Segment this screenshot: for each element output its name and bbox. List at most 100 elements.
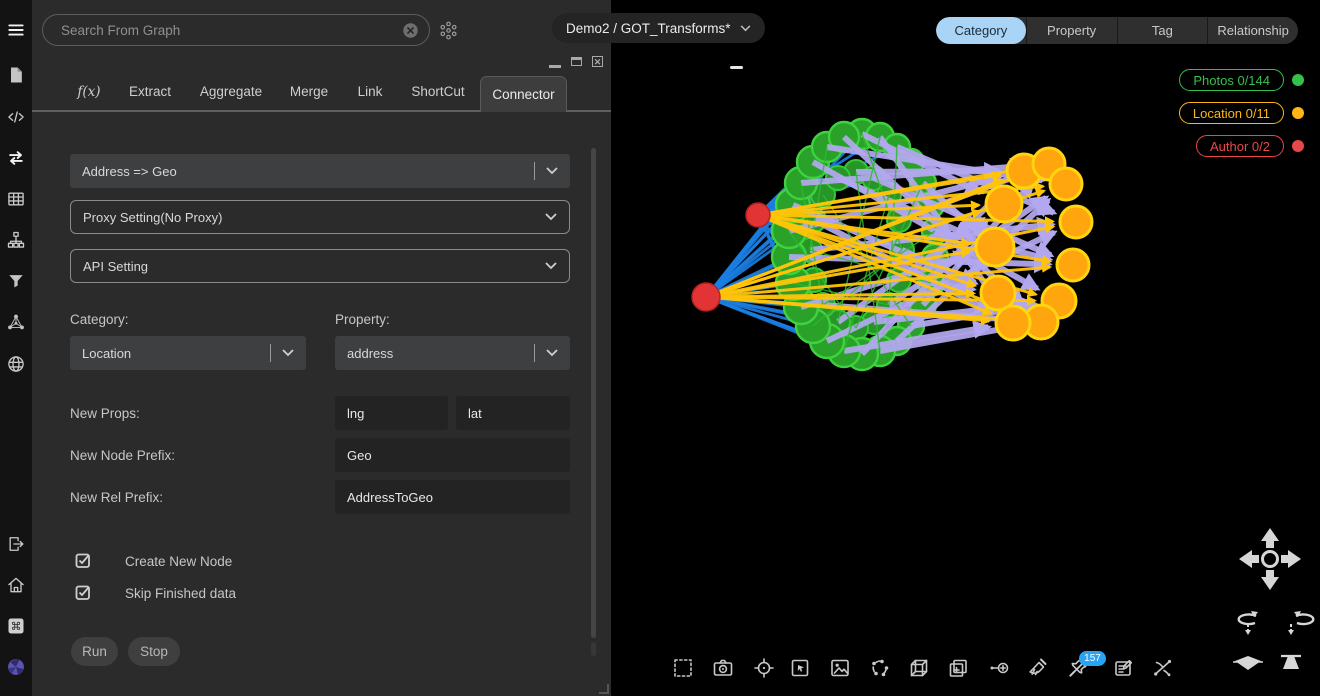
toolbar-clean-button[interactable]: [1026, 656, 1050, 680]
chevron-down-icon: [545, 213, 557, 221]
chevron-down-icon: [545, 262, 557, 270]
sidebar-item-avatar[interactable]: [6, 657, 26, 677]
legend-item[interactable]: Location 0/11: [1179, 102, 1304, 124]
tab-extract[interactable]: Extract: [129, 84, 171, 99]
graph-view-tabs: CategoryPropertyTagRelationship: [936, 17, 1298, 44]
toolbar-image-button[interactable]: [828, 656, 852, 680]
graph-settings-icon[interactable]: [438, 20, 459, 41]
sidebar-item-table[interactable]: [6, 189, 26, 209]
legend-dot[interactable]: [1292, 140, 1304, 152]
rotate-left-icon[interactable]: [1239, 611, 1258, 635]
api-select[interactable]: API Setting: [70, 249, 570, 283]
chevron-down-icon: [282, 349, 294, 357]
property-select[interactable]: address: [335, 336, 570, 370]
pan-center-button[interactable]: [1263, 552, 1278, 567]
new-node-prefix-label: New Node Prefix:: [70, 448, 175, 463]
toolbar-locate-button[interactable]: [752, 656, 776, 680]
location-node[interactable]: [1057, 249, 1089, 281]
toolbar-select-area-button[interactable]: [671, 656, 695, 680]
search-input[interactable]: [59, 22, 402, 39]
location-node[interactable]: [1060, 206, 1092, 238]
legend-pill[interactable]: Author 0/2: [1196, 135, 1284, 157]
toolbar-cube-button[interactable]: [907, 656, 931, 680]
tab-merge[interactable]: Merge: [290, 84, 328, 99]
tab-shortcut[interactable]: ShortCut: [411, 84, 464, 99]
svg-text:⌘: ⌘: [11, 620, 22, 633]
category-select[interactable]: Location: [70, 336, 306, 370]
legend-item[interactable]: Photos 0/144: [1179, 69, 1304, 91]
legend-item[interactable]: Author 0/2: [1196, 135, 1304, 157]
legend-pill[interactable]: Location 0/11: [1179, 102, 1284, 124]
pan-down-button[interactable]: [1261, 570, 1279, 590]
tab-aggregate[interactable]: Aggregate: [200, 84, 262, 99]
minimize-button[interactable]: [549, 55, 561, 68]
toolbar-snapshot-button[interactable]: [711, 656, 735, 680]
location-node[interactable]: [976, 228, 1014, 266]
sidebar-item-network[interactable]: [6, 312, 26, 332]
pan-right-button[interactable]: [1281, 550, 1301, 568]
create-new-node-checkbox[interactable]: [75, 552, 91, 568]
chevron-down-icon: [740, 25, 751, 32]
workspace-selector[interactable]: Demo2 / GOT_Transforms*: [552, 13, 765, 43]
toolbar-note-button[interactable]: [1112, 656, 1136, 680]
category-legend: Photos 0/144 Location 0/11 Author 0/2: [1179, 69, 1304, 157]
search-bar[interactable]: [42, 14, 430, 46]
new-prop-lng-field[interactable]: [335, 396, 448, 430]
create-new-node-label: Create New Node: [125, 554, 232, 569]
new-rel-prefix-label: New Rel Prefix:: [70, 490, 163, 505]
sidebar-item-command[interactable]: ⌘: [6, 616, 26, 636]
location-node[interactable]: [986, 186, 1022, 222]
graph-cursor-mark: [730, 66, 743, 69]
sidebar-item-home[interactable]: [6, 575, 26, 595]
left-sidebar: ⌘: [0, 0, 32, 696]
resize-grip[interactable]: [599, 684, 609, 694]
transform-panel: ✕ f(x) Extract Aggregate Merge Link Shor…: [32, 0, 611, 696]
window-controls: ✕: [549, 55, 603, 68]
toolbar-relayout-button[interactable]: [868, 656, 892, 680]
sidebar-item-logout[interactable]: [6, 534, 26, 554]
tab-link[interactable]: Link: [358, 84, 383, 99]
graph-tab-category[interactable]: Category: [936, 17, 1026, 44]
author-node[interactable]: [692, 283, 720, 311]
proxy-select[interactable]: Proxy Setting(No Proxy): [70, 200, 570, 234]
new-node-prefix-field[interactable]: [335, 438, 570, 472]
tilt-down-icon[interactable]: [1233, 656, 1263, 670]
skip-finished-data-checkbox[interactable]: [75, 584, 91, 600]
tab-connector[interactable]: Connector: [480, 76, 567, 112]
pan-up-button[interactable]: [1261, 528, 1279, 548]
toolbar-add-layer-button[interactable]: [946, 656, 970, 680]
stop-button[interactable]: Stop: [128, 637, 180, 666]
tab-fx[interactable]: f(x): [77, 84, 100, 100]
graph-nav-controls: [1220, 518, 1320, 688]
transform-select[interactable]: Address => Geo: [70, 154, 570, 188]
sidebar-item-filter[interactable]: [6, 271, 26, 291]
toolbar-detach-button[interactable]: [1151, 656, 1175, 680]
graph-tab-tag[interactable]: Tag: [1117, 17, 1208, 44]
sidebar-item-code[interactable]: [6, 107, 26, 127]
graph-tab-property[interactable]: Property: [1026, 17, 1117, 44]
toolbar-add-node-button[interactable]: [987, 656, 1011, 680]
legend-dot[interactable]: [1292, 107, 1304, 119]
tilt-up-icon[interactable]: [1281, 656, 1301, 669]
legend-dot[interactable]: [1292, 74, 1304, 86]
clear-search-icon[interactable]: [402, 22, 419, 39]
close-button[interactable]: ✕: [592, 56, 603, 67]
maximize-button[interactable]: [571, 57, 582, 66]
author-node[interactable]: [746, 203, 770, 227]
panel-scrollbar[interactable]: [591, 148, 596, 638]
graph-tab-relationship[interactable]: Relationship: [1207, 17, 1298, 44]
sidebar-item-menu[interactable]: [6, 20, 26, 40]
rotate-right-icon[interactable]: [1288, 611, 1313, 635]
location-node[interactable]: [996, 306, 1030, 340]
sidebar-item-hierarchy[interactable]: [6, 230, 26, 250]
new-rel-prefix-field[interactable]: [335, 480, 570, 514]
legend-pill[interactable]: Photos 0/144: [1179, 69, 1284, 91]
sidebar-item-transfer[interactable]: [6, 148, 26, 168]
new-prop-lat-field[interactable]: [456, 396, 570, 430]
toolbar-box-select-button[interactable]: [788, 656, 812, 680]
pan-left-button[interactable]: [1239, 550, 1259, 568]
sidebar-item-globe[interactable]: [6, 354, 26, 374]
sidebar-item-file[interactable]: [6, 65, 26, 85]
run-button[interactable]: Run: [71, 637, 118, 666]
location-node[interactable]: [1050, 168, 1082, 200]
